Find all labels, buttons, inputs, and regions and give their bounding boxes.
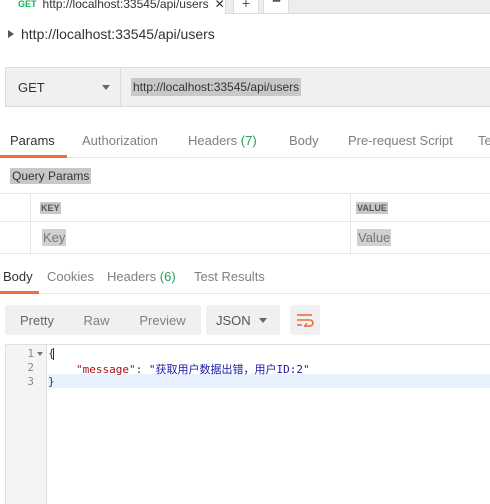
active-tab-indicator [0,155,67,158]
wrap-lines-icon [297,314,314,327]
response-tabs: Body Cookies Headers (6) Test Results [0,260,490,294]
request-bar: GET http://localhost:33545/api/users [5,67,490,107]
view-mode-toggle: Pretty Raw Preview [5,305,201,335]
response-headers-count: (6) [159,269,176,284]
tab-cookies[interactable]: Cookies [47,269,94,284]
close-icon[interactable]: ✕ [215,0,225,11]
response-editor[interactable]: 1 2 3 { "message": "获取用户数据出错，用户ID:2" } [5,344,490,504]
text-cursor [53,348,54,360]
line-number-gutter: 1 2 3 [6,345,47,504]
wrap-lines-button[interactable] [290,305,320,335]
chevron-down-icon [102,84,110,90]
fold-icon[interactable] [37,352,43,356]
caret-right-icon[interactable] [8,30,14,38]
tab-test-results[interactable]: Test Results [194,269,265,284]
preview-button[interactable]: Preview [124,305,201,335]
request-tab-strip: GET http://localhost:33545/api/users ✕ +… [0,0,490,14]
request-tab-method: GET [18,0,37,9]
tab-response-body[interactable]: Body [3,269,33,284]
json-string-value: "获取用户数据出错，用户ID:2" [148,363,310,376]
table-header-row: KEY VALUE [0,194,490,222]
request-tab-url: http://localhost:33545/api/users [42,0,209,11]
tab-response-headers[interactable]: Headers (6) [107,269,176,284]
query-params-label: Query Params [10,168,92,184]
tab-headers[interactable]: Headers (7) [188,133,257,148]
key-column-header: KEY [40,202,61,214]
method-value: GET [18,79,45,95]
tab-authorization[interactable]: Authorization [82,133,158,148]
tab-headers-label: Headers [188,133,238,148]
active-response-tab-indicator [0,291,39,294]
query-params-table: KEY VALUE Key Value [0,193,490,255]
more-icon: ••• [272,0,280,7]
pretty-button[interactable]: Pretty [5,305,69,335]
table-row: Key Value [0,222,490,254]
code-line-2: "message": "获取用户数据出错，用户ID:2" [76,361,310,377]
tab-prerequest-script[interactable]: Pre-request Script [348,133,453,148]
json-key: "message" [76,363,136,376]
method-select[interactable]: GET [6,68,121,106]
url-value: http://localhost:33545/api/users [131,78,302,96]
format-select[interactable]: JSON [206,305,280,335]
value-column-header: VALUE [356,202,388,214]
line-number: 3 [27,375,34,388]
headers-count: (7) [240,133,257,148]
url-input[interactable]: http://localhost:33545/api/users [121,68,490,106]
new-tab-button[interactable]: + [233,0,259,14]
line-number: 1 [27,347,34,360]
key-cell[interactable] [30,222,351,253]
value-input[interactable]: Value [357,229,392,246]
key-input[interactable]: Key [42,229,67,246]
line-number: 2 [27,361,34,374]
format-value: JSON [216,312,251,328]
tab-body[interactable]: Body [289,133,319,148]
request-title: http://localhost:33545/api/users [21,26,215,42]
code-line-3: } [48,375,55,388]
raw-button[interactable]: Raw [69,305,124,335]
request-title-row[interactable]: http://localhost:33545/api/users [8,26,215,42]
plus-icon: + [241,0,251,11]
request-tabs: Params Authorization Headers (7) Body Pr… [0,124,490,158]
tab-response-headers-label: Headers [107,269,157,284]
tab-params[interactable]: Params [10,133,55,148]
request-tab[interactable]: GET http://localhost:33545/api/users ✕ [0,0,226,14]
key-column [30,194,351,221]
tab-tests[interactable]: Tests [478,133,490,148]
json-separator: : [135,363,149,376]
more-tabs-button[interactable]: ••• [263,0,289,14]
chevron-down-icon [259,317,267,323]
